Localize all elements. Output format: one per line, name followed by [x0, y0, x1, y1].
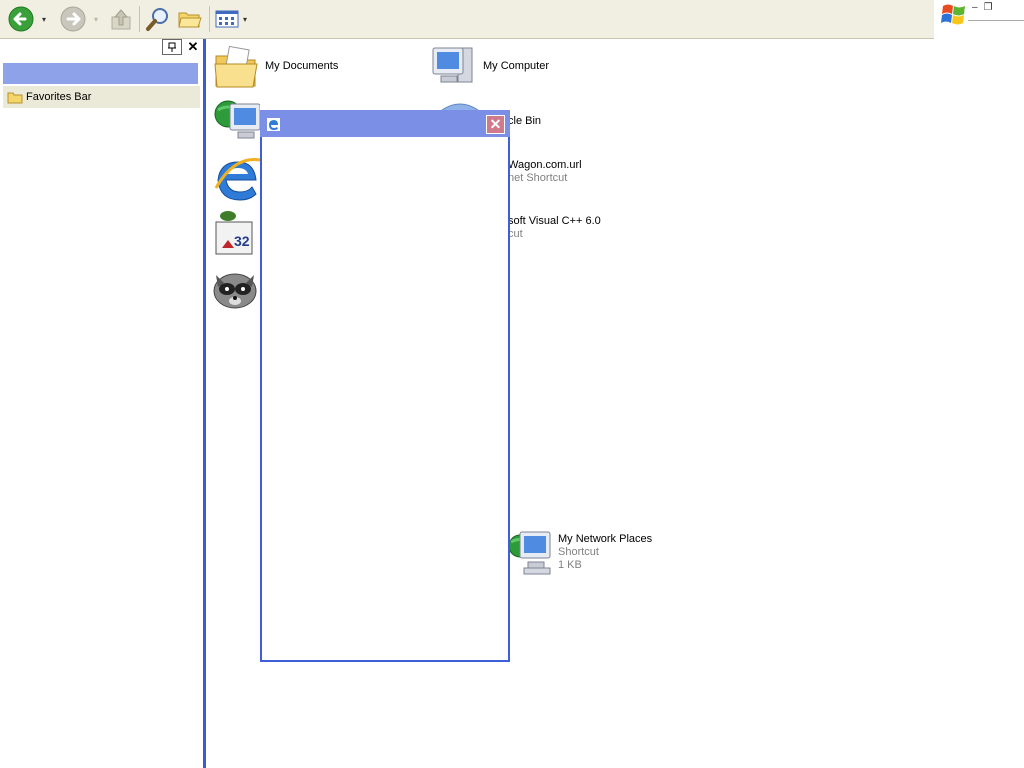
up-button[interactable] [108, 4, 134, 34]
folders-button[interactable] [176, 4, 204, 34]
window-divider [968, 20, 1024, 21]
forward-dropdown[interactable]: ▾ [90, 4, 102, 34]
views-icon [215, 10, 239, 28]
item-size: 1 KB [558, 559, 582, 571]
window-controls: – ❐ [972, 2, 1022, 16]
forward-button[interactable] [58, 4, 88, 34]
desktop-item-recycle-bin[interactable]: cle Bin [508, 115, 541, 128]
back-arrow-icon [8, 6, 34, 32]
raccoon-icon [213, 273, 257, 309]
item-label: My Computer [483, 60, 550, 72]
my-computer-icon [432, 47, 473, 83]
toolbar: ▾ ▾ ▾ [0, 0, 934, 39]
minimize-button[interactable]: – [972, 2, 978, 16]
desktop-item-my-network-places[interactable]: My Network Places Shortcut 1 KB [506, 528, 652, 580]
popup-window: ✕ [260, 110, 510, 662]
views-button[interactable] [214, 4, 240, 34]
folder-icon [7, 92, 23, 104]
item-label: Wagon.com.url [508, 159, 582, 171]
popup-title-bar[interactable]: ✕ [260, 110, 510, 137]
popup-close-button[interactable]: ✕ [486, 115, 505, 134]
calendar-32-icon: 32 [215, 211, 253, 255]
internet-explorer-icon [214, 158, 260, 201]
internet-explorer-icon [267, 118, 280, 131]
item-label: My Network Places [558, 533, 653, 545]
pin-pane-button[interactable] [162, 39, 182, 55]
item-type: cut [508, 228, 523, 240]
my-documents-icon [214, 45, 258, 88]
favorites-bar-label: Favorites Bar [26, 91, 92, 103]
desktop-item-my-documents[interactable]: My Documents [213, 42, 338, 90]
restore-button[interactable]: ❐ [984, 2, 993, 16]
search-icon [146, 8, 168, 31]
desktop-item-visual-cpp[interactable]: soft Visual C++ 6.0 cut [508, 215, 601, 241]
toolbar-separator [139, 6, 140, 32]
folder-up-icon [111, 9, 131, 30]
folders-icon [178, 12, 202, 28]
toolbar-separator [209, 6, 210, 32]
desktop-item-wagon-url[interactable]: Wagon.com.url net Shortcut [508, 159, 582, 185]
network-places-icon [214, 100, 260, 139]
desktop-item-my-computer[interactable]: My Computer [430, 42, 549, 90]
network-places-icon [508, 531, 551, 575]
item-type: Shortcut [558, 546, 599, 558]
views-dropdown[interactable]: ▾ [240, 4, 250, 34]
favorites-bar-item[interactable]: Favorites Bar [3, 86, 200, 108]
favorites-pane: ✕ Favorites Bar [0, 39, 204, 768]
back-dropdown[interactable]: ▾ [38, 4, 50, 34]
forward-arrow-icon [60, 6, 86, 32]
back-button[interactable] [6, 4, 36, 34]
pane-header-bar [3, 63, 198, 84]
pin-icon [168, 42, 176, 52]
pane-buttons: ✕ [162, 39, 202, 55]
close-pane-button[interactable]: ✕ [184, 40, 202, 54]
windows-logo-icon [941, 4, 965, 25]
item-label: soft Visual C++ 6.0 [508, 215, 601, 227]
item-type: net Shortcut [508, 172, 568, 184]
pane-splitter[interactable] [203, 39, 206, 768]
search-button[interactable] [143, 4, 173, 34]
svg-text:32: 32 [234, 233, 250, 249]
item-label: cle Bin [508, 115, 542, 127]
item-label: My Documents [265, 60, 339, 72]
